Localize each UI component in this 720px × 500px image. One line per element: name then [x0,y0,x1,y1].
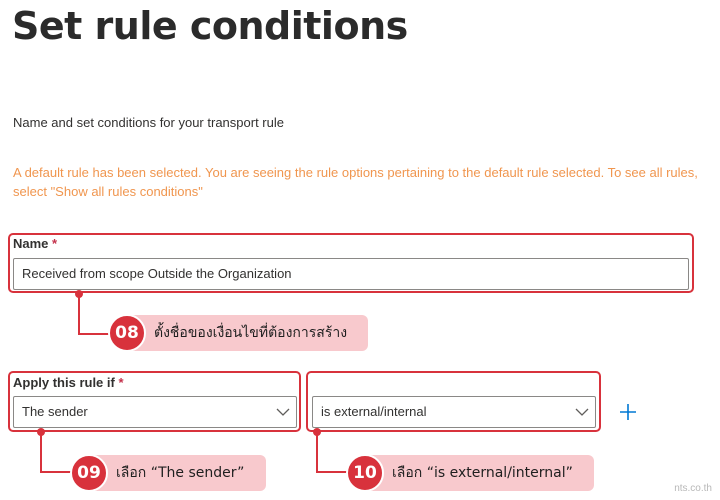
annotation-09-text: เลือก “The sender” [116,465,245,481]
annotation-08-text: ตั้งชื่อของเงื่อนไขที่ต้องการสร้าง [154,325,348,341]
required-mark: * [52,236,58,251]
condition-dropdown[interactable]: The sender [13,396,297,428]
annotation-connector-line [40,432,42,473]
page-title: Set rule conditions [12,4,408,48]
chevron-down-icon [575,408,589,416]
annotation-badge-10: 10 [346,454,384,492]
annotation-connector-line [316,432,318,473]
annotation-10-text: เลือก “is external/internal” [392,465,573,481]
annotation-connector-line [78,294,80,335]
annotation-badge-08: 08 [108,314,146,352]
apply-rule-label: Apply this rule if * [13,375,124,390]
operator-dropdown-value: is external/internal [321,404,427,419]
condition-dropdown-value: The sender [22,404,88,419]
name-input[interactable]: Received from scope Outside the Organiza… [13,258,689,290]
watermark: nts.co.th [674,483,712,494]
required-mark: * [118,375,124,390]
add-condition-plus-icon[interactable] [618,402,638,422]
annotation-callout-08: ตั้งชื่อของเงื่อนไขที่ต้องการสร้าง [124,315,368,351]
annotation-badge-09: 09 [70,454,108,492]
default-rule-warning: A default rule has been selected. You ar… [13,165,698,199]
operator-dropdown[interactable]: is external/internal [312,396,596,428]
chevron-down-icon [276,408,290,416]
name-field-label: Name * [13,236,57,251]
page-subtitle: Name and set conditions for your transpo… [13,115,284,130]
annotation-callout-09: เลือก “The sender” [86,455,266,491]
apply-rule-label-text: Apply this rule if [13,375,115,390]
annotation-callout-10: เลือก “is external/internal” [362,455,594,491]
name-label-text: Name [13,236,49,251]
